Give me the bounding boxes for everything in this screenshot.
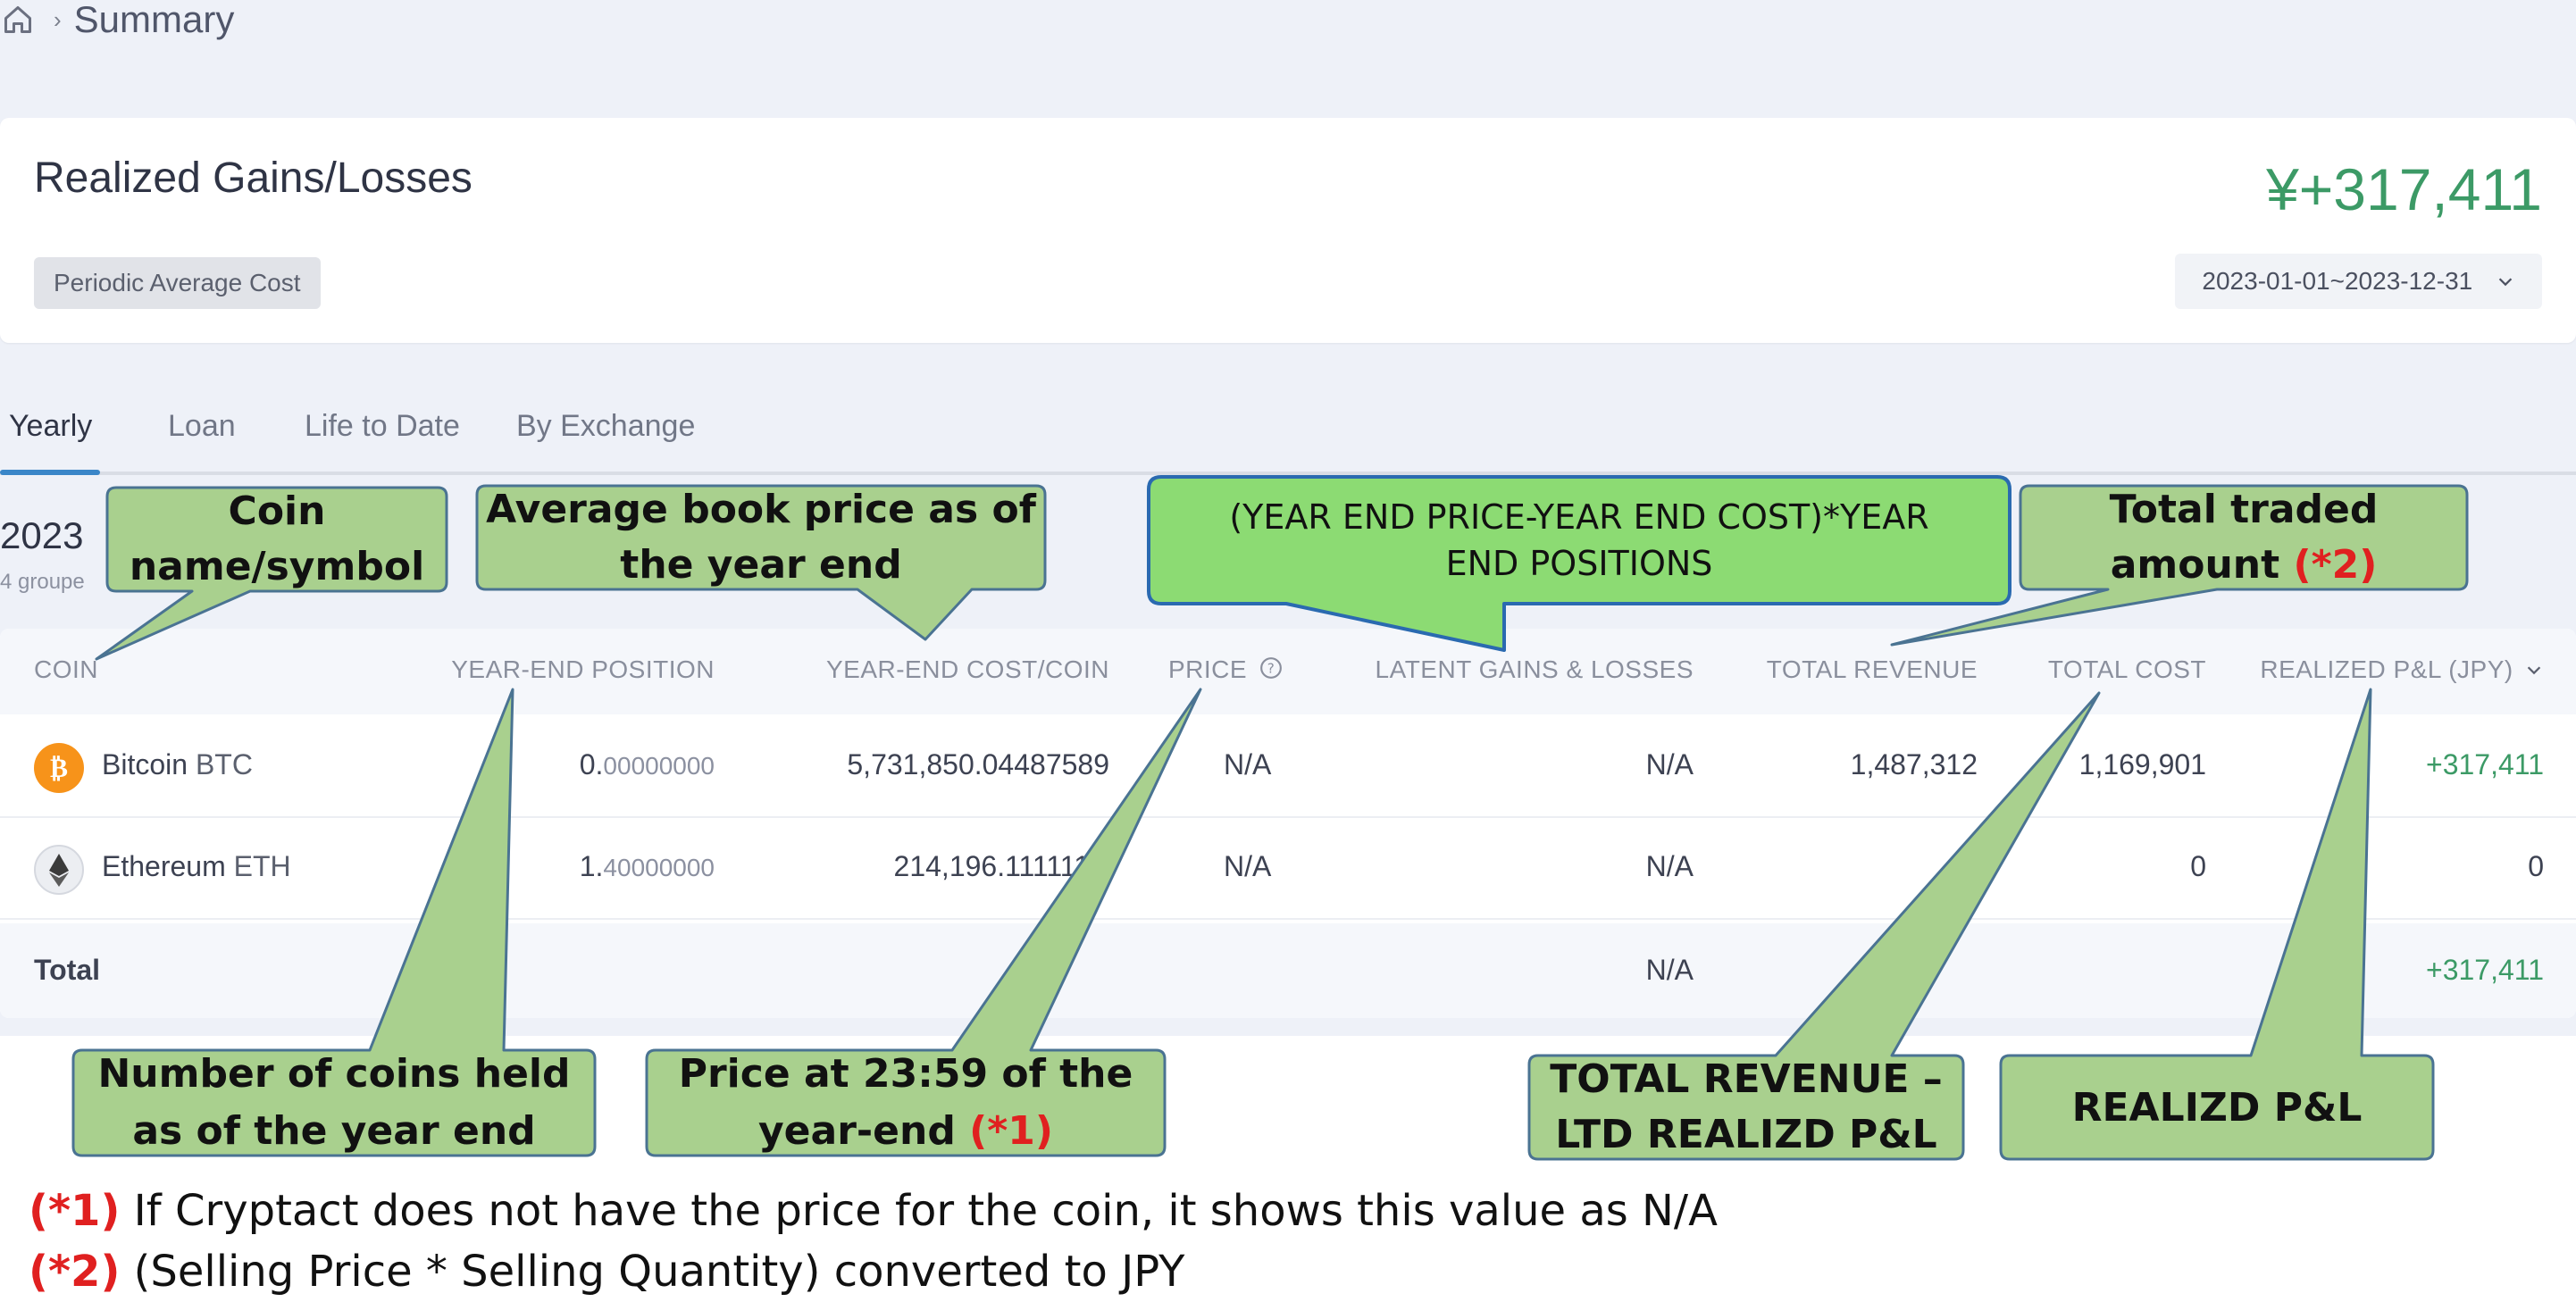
breadcrumb-current: Summary <box>73 0 235 40</box>
ethereum-icon <box>34 845 84 895</box>
tab-bar: Yearly Loan Life to Date By Exchange <box>0 400 2576 472</box>
realized-value: 0 <box>2528 850 2544 882</box>
col-realized-pl-label: REALIZED P&L (JPY) <box>2260 655 2513 683</box>
page-title: Realized Gains/Losses <box>34 154 473 202</box>
coin-name: Ethereum ETH <box>102 850 291 882</box>
callout-traded: Total traded amount (*2) <box>2109 487 2379 588</box>
table-row[interactable]: Ethereum ETH 1.40000000 214,196.111111 N… <box>0 816 2576 920</box>
total-realized-amount: ¥+317,411 <box>2266 156 2542 222</box>
col-coin[interactable]: COIN <box>34 655 98 684</box>
coin-name: Bitcoin BTC <box>102 748 253 780</box>
footnotes: (*1) If Cryptact does not have the price… <box>29 1181 1718 1302</box>
latent-value: N/A <box>1645 850 1694 882</box>
total-cost-value: 0 <box>2190 850 2206 882</box>
date-range-value: 2023-01-01~2023-12-31 <box>2202 267 2473 295</box>
total-row: Total N/A +317,411 <box>0 923 2576 1018</box>
year-end-cost: 5,731,850.04487589 <box>847 748 1109 780</box>
svg-text:?: ? <box>1267 661 1275 677</box>
col-latent-gains[interactable]: LATENT GAINS & LOSSES <box>1376 655 1694 684</box>
table-row[interactable]: ₿ Bitcoin BTC 0.00000000 5,731,850.04487… <box>0 714 2576 818</box>
realized-value: +317,411 <box>2426 748 2544 780</box>
help-icon[interactable]: ? <box>1259 656 1283 686</box>
table-header: COIN YEAR-END POSITION YEAR-END COST/COI… <box>0 629 2576 714</box>
callout-coin: Coin name/symbol <box>129 488 425 589</box>
callout-avg-book: Average book price as of the year end <box>486 487 1036 588</box>
callout-revenue-minus: TOTAL REVENUE – LTD REALIZD P&L <box>1550 1056 1943 1157</box>
tab-yearly[interactable]: Yearly <box>9 409 92 444</box>
footnote-2: (*2) (Selling Price * Selling Quantity) … <box>29 1247 1185 1297</box>
col-price-label: PRICE <box>1168 655 1248 683</box>
col-total-cost[interactable]: TOTAL COST <box>2048 655 2206 684</box>
realized-table: COIN YEAR-END POSITION YEAR-END COST/COI… <box>0 629 2576 1018</box>
revenue-value: 1,487,312 <box>1850 748 1978 780</box>
chevron-down-icon <box>2496 255 2515 311</box>
total-realized-value: +317,411 <box>2426 954 2544 986</box>
summary-card: Realized Gains/Losses Periodic Average C… <box>0 118 2576 343</box>
year-end-cost: 214,196.111111 <box>893 850 1090 882</box>
callout-realized: REALIZD P&L <box>2071 1084 2363 1131</box>
col-realized-pl[interactable]: REALIZED P&L (JPY) <box>2260 655 2544 686</box>
home-icon[interactable] <box>0 2 36 38</box>
group-info-start: 4 groupe <box>0 570 85 594</box>
year-end-position: 0.00000000 <box>579 748 715 780</box>
svg-text:₿: ₿ <box>50 753 68 784</box>
col-year-end-position[interactable]: YEAR-END POSITION <box>451 655 715 684</box>
tab-loan[interactable]: Loan <box>168 409 236 444</box>
method-badge: Periodic Average Cost <box>34 257 321 309</box>
col-total-revenue[interactable]: TOTAL REVENUE <box>1767 655 1978 684</box>
latent-value: N/A <box>1645 748 1694 780</box>
total-label: Total <box>34 954 101 986</box>
chevron-down-icon <box>2524 657 2544 686</box>
col-year-end-cost[interactable]: YEAR-END COST/COIN <box>826 655 1109 684</box>
bitcoin-icon: ₿ <box>34 743 84 793</box>
total-latent: N/A <box>1645 954 1694 986</box>
tab-by-exchange[interactable]: By Exchange <box>516 409 695 444</box>
tab-divider <box>0 472 2576 475</box>
breadcrumb-separator: › <box>54 5 62 33</box>
price-value: N/A <box>1224 748 1272 780</box>
price-value: N/A <box>1224 850 1272 882</box>
callout-coins-held: Number of coins held as of the year end <box>97 1051 571 1154</box>
callout-formula: (YEAR END PRICE-YEAR END COST)*YEAR END P… <box>1229 497 1929 583</box>
tab-life-to-date[interactable]: Life to Date <box>305 409 460 444</box>
col-price[interactable]: PRICE ? <box>1168 655 1283 686</box>
footnote-1: (*1) If Cryptact does not have the price… <box>29 1186 1718 1236</box>
total-cost-value: 1,169,901 <box>2078 748 2206 780</box>
year-end-position: 1.40000000 <box>579 850 715 882</box>
active-tab-indicator <box>0 470 100 475</box>
year-heading: 2023 <box>0 514 84 556</box>
callout-price: Price at 23:59 of the year-end (*1) <box>678 1051 1133 1154</box>
breadcrumb: › Summary <box>0 0 235 40</box>
date-range-select[interactable]: 2023-01-01~2023-12-31 <box>2175 254 2542 309</box>
